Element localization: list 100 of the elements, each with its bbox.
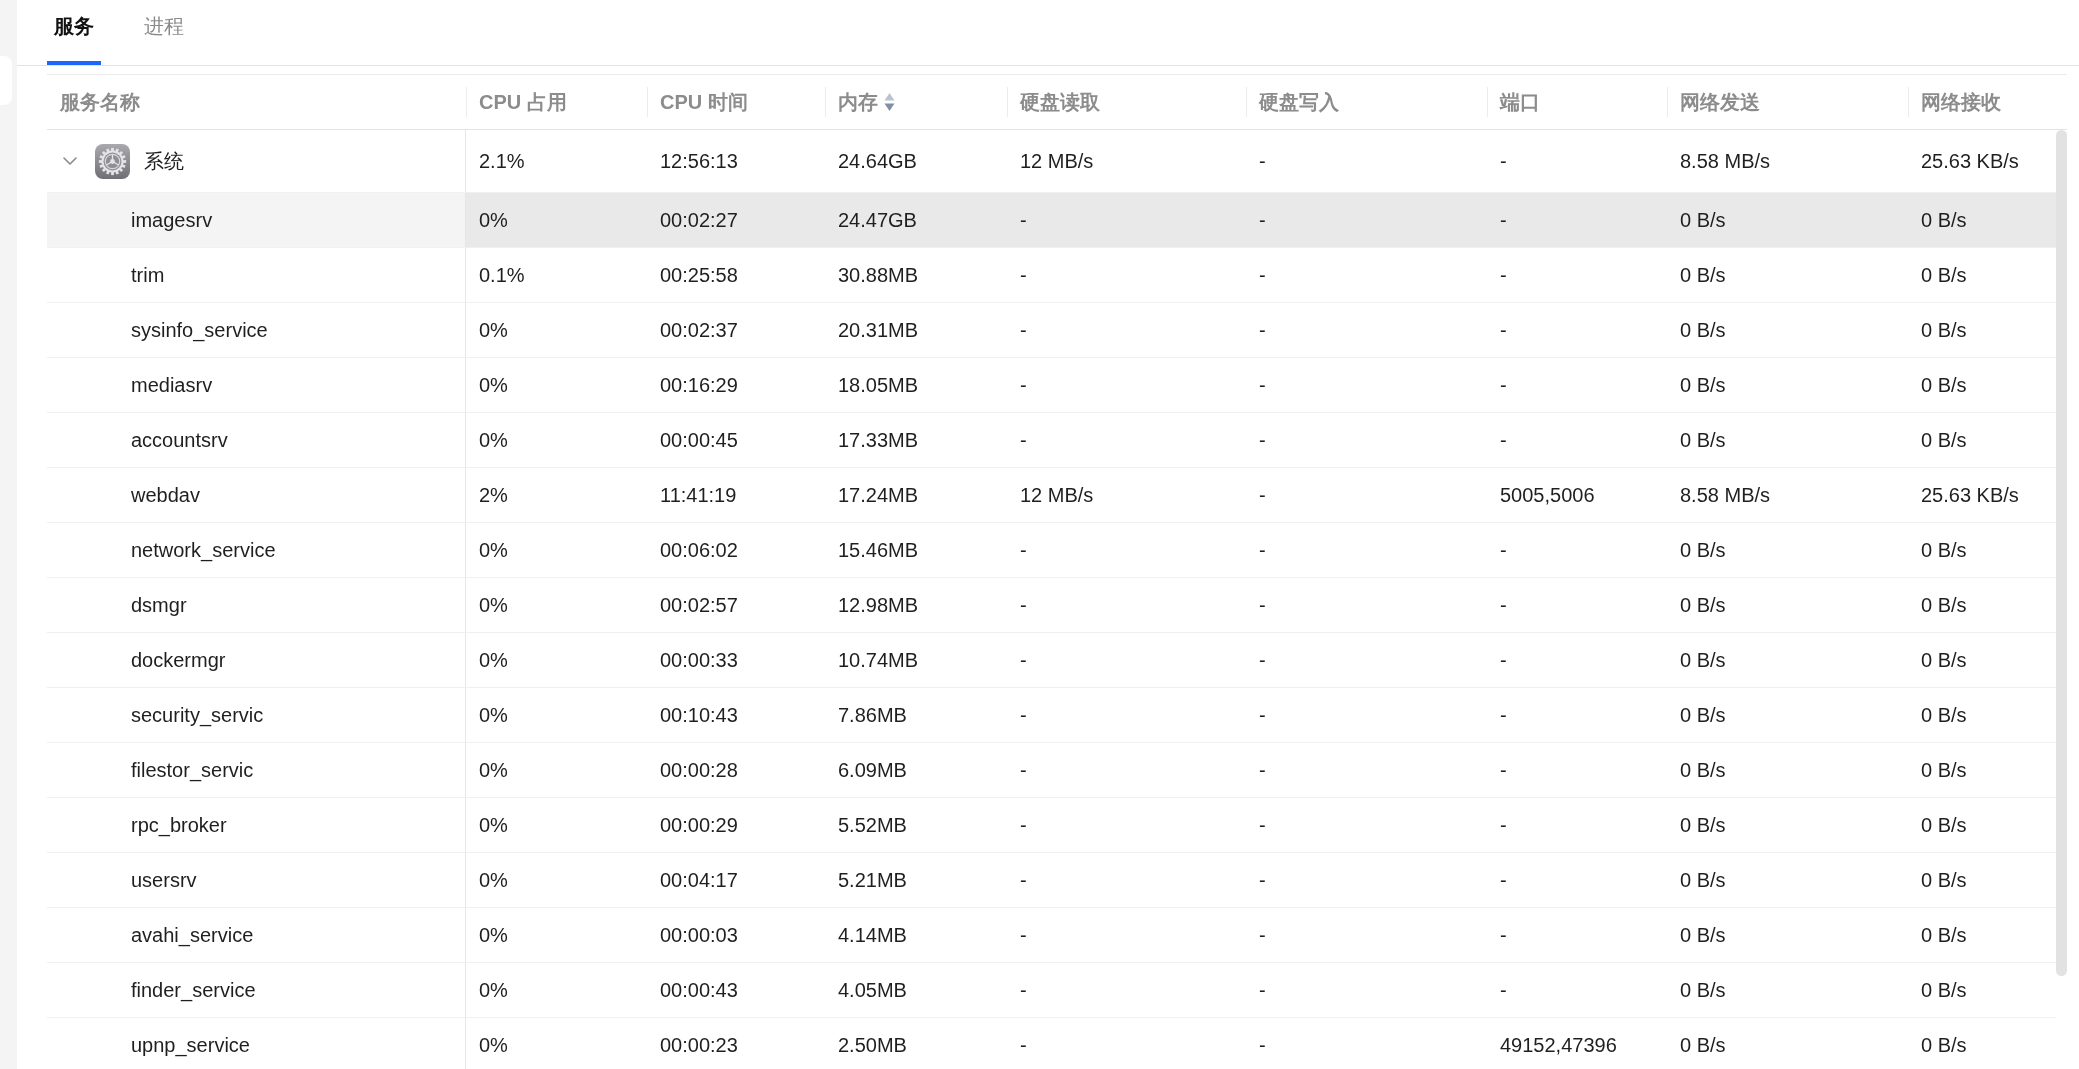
service-name: trim bbox=[131, 263, 165, 287]
table-cell-text: 6.09MB bbox=[837, 757, 908, 783]
table-cell-text: 0% bbox=[478, 812, 509, 838]
table-cell-text: 0 B/s bbox=[1679, 427, 1727, 453]
table-row[interactable]: network_service 0% 00:06:02 15.46MB - - - 0 B/s 0 B/s bbox=[47, 523, 2056, 578]
table-cell-text: 0 B/s bbox=[1679, 702, 1727, 728]
table-cell-text: 2.50MB bbox=[837, 1032, 908, 1058]
table-cell-text: 0 B/s bbox=[1920, 757, 1968, 783]
table-cell-text: 0% bbox=[478, 702, 509, 728]
table-row[interactable]: usersrv 0% 00:04:17 5.21MB - - - 0 B/s 0 B/s bbox=[47, 853, 2056, 908]
table-cell-text: - bbox=[1019, 262, 1028, 288]
table-cell-text: - bbox=[1499, 372, 1508, 398]
table-cell-text: - bbox=[1499, 262, 1508, 288]
scrollbar-thumb[interactable] bbox=[2056, 130, 2067, 976]
table-cell-text: 0 B/s bbox=[1679, 647, 1727, 673]
table-cell-text: 0% bbox=[478, 207, 509, 233]
table-cell-text: 0 B/s bbox=[1679, 592, 1727, 618]
service-name: mediasrv bbox=[131, 373, 213, 397]
table-cell-text: - bbox=[1258, 262, 1267, 288]
table-cell-text: 00:00:29 bbox=[659, 812, 739, 838]
table-cell-text: 24.64GB bbox=[837, 148, 918, 174]
table-cell-text: - bbox=[1019, 647, 1028, 673]
table-cell-text: - bbox=[1258, 537, 1267, 563]
table-cell-text: 0 B/s bbox=[1920, 317, 1968, 343]
table-cell-text: 0 B/s bbox=[1920, 372, 1968, 398]
sort-icon[interactable] bbox=[884, 92, 895, 112]
table-cell-text: 49152,47396 bbox=[1499, 1032, 1618, 1058]
table-cell-text: 0 B/s bbox=[1920, 922, 1968, 948]
table-cell-text: 00:25:58 bbox=[659, 262, 739, 288]
table-row[interactable]: sysinfo_service 0% 00:02:37 20.31MB - - - 0 B/s 0 B/s bbox=[47, 303, 2056, 358]
table-cell-text: 0% bbox=[478, 647, 509, 673]
table-cell-text: 0% bbox=[478, 1032, 509, 1058]
table-cell-text: - bbox=[1258, 207, 1267, 233]
table-cell-text: 2.1% bbox=[478, 148, 526, 174]
table-row[interactable]: mediasrv 0% 00:16:29 18.05MB - - - 0 B/s 0 B/s bbox=[47, 358, 2056, 413]
table-row[interactable]: rpc_broker 0% 00:00:29 5.52MB - - - 0 B/s 0 B/s bbox=[47, 798, 2056, 853]
table-row[interactable]: dsmgr 0% 00:02:57 12.98MB - - - 0 B/s 0 B/s bbox=[47, 578, 2056, 633]
table-cell-text: 0 B/s bbox=[1920, 207, 1968, 233]
table-cell-text: 17.33MB bbox=[837, 427, 920, 453]
table-cell-text: - bbox=[1258, 812, 1267, 838]
table-cell-text: - bbox=[1019, 702, 1028, 728]
table-row[interactable]: avahi_service 0% 00:00:03 4.14MB - - - 0 B/s 0 B/s bbox=[47, 908, 2056, 963]
table-cell-text: 7.86MB bbox=[837, 702, 908, 728]
table-cell-text: - bbox=[1499, 207, 1508, 233]
table-cell-text: 0% bbox=[478, 922, 509, 948]
table-cell-text: 0 B/s bbox=[1679, 867, 1727, 893]
table-cell-text: 2% bbox=[478, 482, 509, 508]
table-cell-text: - bbox=[1499, 867, 1508, 893]
table-row[interactable]: trim 0.1% 00:25:58 30.88MB - - - 0 B/s 0 B/s bbox=[47, 248, 2056, 303]
table-row[interactable]: imagesrv 0% 00:02:27 24.47GB - - - 0 B/s 0 B/s bbox=[47, 193, 2056, 248]
table-cell-text: 4.14MB bbox=[837, 922, 908, 948]
table-cell-text: - bbox=[1499, 702, 1508, 728]
table-cell-text: - bbox=[1258, 592, 1267, 618]
table-cell-text: 00:00:03 bbox=[659, 922, 739, 948]
table-cell-text: - bbox=[1258, 1032, 1267, 1058]
table-cell-text: 0 B/s bbox=[1920, 647, 1968, 673]
table-cell-text: - bbox=[1258, 427, 1267, 453]
gear-app-icon bbox=[95, 143, 130, 179]
service-name: accountsrv bbox=[131, 428, 228, 452]
table-cell-text: 8.58 MB/s bbox=[1679, 148, 1772, 174]
table-cell-text: - bbox=[1499, 317, 1508, 343]
table-cell-text: - bbox=[1019, 867, 1028, 893]
table-cell-text: 0 B/s bbox=[1679, 372, 1727, 398]
service-name: sysinfo_service bbox=[131, 318, 268, 342]
table-row[interactable]: dockermgr 0% 00:00:33 10.74MB - - - 0 B/s 0 B/s bbox=[47, 633, 2056, 688]
table-cell-text: 00:00:28 bbox=[659, 757, 739, 783]
table-row[interactable]: security_servic 0% 00:10:43 7.86MB - - - 0 B/s 0 B/s bbox=[47, 688, 2056, 743]
table-cell-text: 0 B/s bbox=[1920, 867, 1968, 893]
table-cell-text: 00:10:43 bbox=[659, 702, 739, 728]
table-cell-text: - bbox=[1019, 812, 1028, 838]
table-cell-text: 0% bbox=[478, 372, 509, 398]
table-cell-text: - bbox=[1258, 482, 1267, 508]
table-cell-text: 0 B/s bbox=[1920, 977, 1968, 1003]
table-cell-text: 4.05MB bbox=[837, 977, 908, 1003]
table-cell-text: 0.1% bbox=[478, 262, 526, 288]
table-cell-text: - bbox=[1019, 592, 1028, 618]
table-cell-text: - bbox=[1258, 702, 1267, 728]
table-cell-text: 5.21MB bbox=[837, 867, 908, 893]
table-row[interactable]: filestor_servic 0% 00:00:28 6.09MB - - - 0 B/s 0 B/s bbox=[47, 743, 2056, 798]
table-cell-text: - bbox=[1499, 812, 1508, 838]
table-cell-text: 00:00:33 bbox=[659, 647, 739, 673]
table-row[interactable]: webdav 2% 11:41:19 17.24MB 12 MB/s - 5005,5006 8.58 MB/s 25.63 KB/s bbox=[47, 468, 2056, 523]
table-cell-text: 00:02:27 bbox=[659, 207, 739, 233]
tab[interactable]: 服务 bbox=[47, 0, 101, 65]
table-cell-text: 8.58 MB/s bbox=[1679, 482, 1772, 508]
service-name: filestor_servic bbox=[131, 758, 254, 782]
table-cell-text: 5005,5006 bbox=[1499, 482, 1596, 508]
table-row[interactable]: finder_service 0% 00:00:43 4.05MB - - - 0 B/s 0 B/s bbox=[47, 963, 2056, 1018]
table-cell-text: 12 MB/s bbox=[1019, 148, 1095, 174]
table-cell-text: - bbox=[1499, 537, 1508, 563]
table-row[interactable]: accountsrv 0% 00:00:45 17.33MB - - - 0 B/s 0 B/s bbox=[47, 413, 2056, 468]
table-cell-text: 00:02:37 bbox=[659, 317, 739, 343]
table-cell-text: 0 B/s bbox=[1679, 1032, 1727, 1058]
table-cell-text: 0 B/s bbox=[1679, 977, 1727, 1003]
table-cell-text: - bbox=[1019, 427, 1028, 453]
service-name: rpc_broker bbox=[131, 813, 227, 837]
table-cell-text: - bbox=[1258, 317, 1267, 343]
table-cell-text: 10.74MB bbox=[837, 647, 920, 673]
table-row[interactable]: 系统 2.1% 12:56:13 24.64GB 12 MB/s - - 8.58 MB/s 25.63 KB/s bbox=[47, 130, 2056, 193]
table-cell-text: 11:41:19 bbox=[659, 482, 738, 508]
